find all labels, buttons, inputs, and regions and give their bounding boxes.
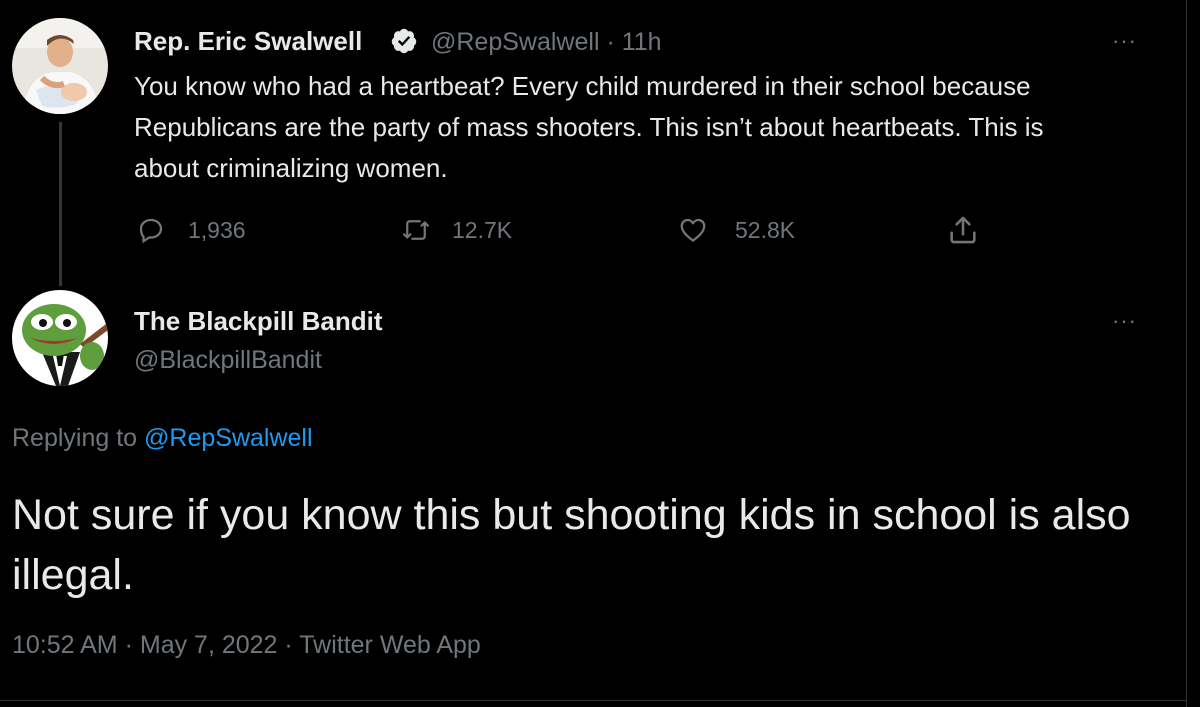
tweet-text: You know who had a heartbeat? Every chil… [134, 71, 1044, 183]
reply-author-avatar[interactable] [12, 290, 108, 386]
heart-icon [680, 218, 706, 242]
more-options-icon[interactable]: ··· [1112, 30, 1137, 52]
reply-timestamp[interactable]: 10:52 AM [12, 631, 118, 659]
tweet-bottom-border [0, 700, 1187, 701]
verified-badge-icon [391, 28, 417, 54]
author-name[interactable]: Rep. Eric Swalwell [134, 26, 362, 57]
reply-author-name[interactable]: The Blackpill Bandit [134, 306, 383, 337]
replying-to-mention[interactable]: @RepSwalwell [144, 424, 313, 452]
author-handle-meta: @RepSwalwell · 11h [431, 28, 662, 57]
reply-icon [139, 218, 163, 244]
timeline-right-border [1186, 0, 1187, 707]
reply-count: 1,936 [188, 216, 246, 243]
reply-text: Not sure if you know this but shooting k… [12, 491, 1131, 599]
like-button[interactable]: 52.8K [677, 210, 795, 250]
meta-separator: · [284, 631, 293, 659]
meta-separator: · [124, 631, 133, 659]
share-button[interactable] [946, 210, 980, 250]
retweet-count: 12.7K [452, 216, 513, 243]
reply-author-handle[interactable]: @BlackpillBandit [134, 346, 322, 375]
like-count: 52.8K [735, 216, 796, 243]
author-avatar[interactable] [12, 18, 108, 114]
reply-date[interactable]: May 7, 2022 [140, 631, 278, 659]
replying-to-line: Replying to @RepSwalwell [12, 424, 313, 453]
reply-button[interactable]: 1,936 [136, 210, 246, 250]
reply-meta: 10:52 AM · May 7, 2022 · Twitter Web App [12, 631, 481, 660]
retweet-button[interactable]: 12.7K [400, 210, 512, 250]
tweet-time-ago[interactable]: 11h [622, 28, 662, 56]
author-handle[interactable]: @RepSwalwell [431, 28, 600, 56]
thread-connector-line [59, 122, 62, 286]
reply-source[interactable]: Twitter Web App [299, 631, 481, 659]
retweet-icon [403, 220, 429, 240]
meta-separator: · [606, 28, 615, 56]
reply-more-options-icon[interactable]: ··· [1112, 310, 1137, 332]
share-icon [950, 216, 976, 244]
replying-to-label: Replying to [12, 424, 138, 452]
